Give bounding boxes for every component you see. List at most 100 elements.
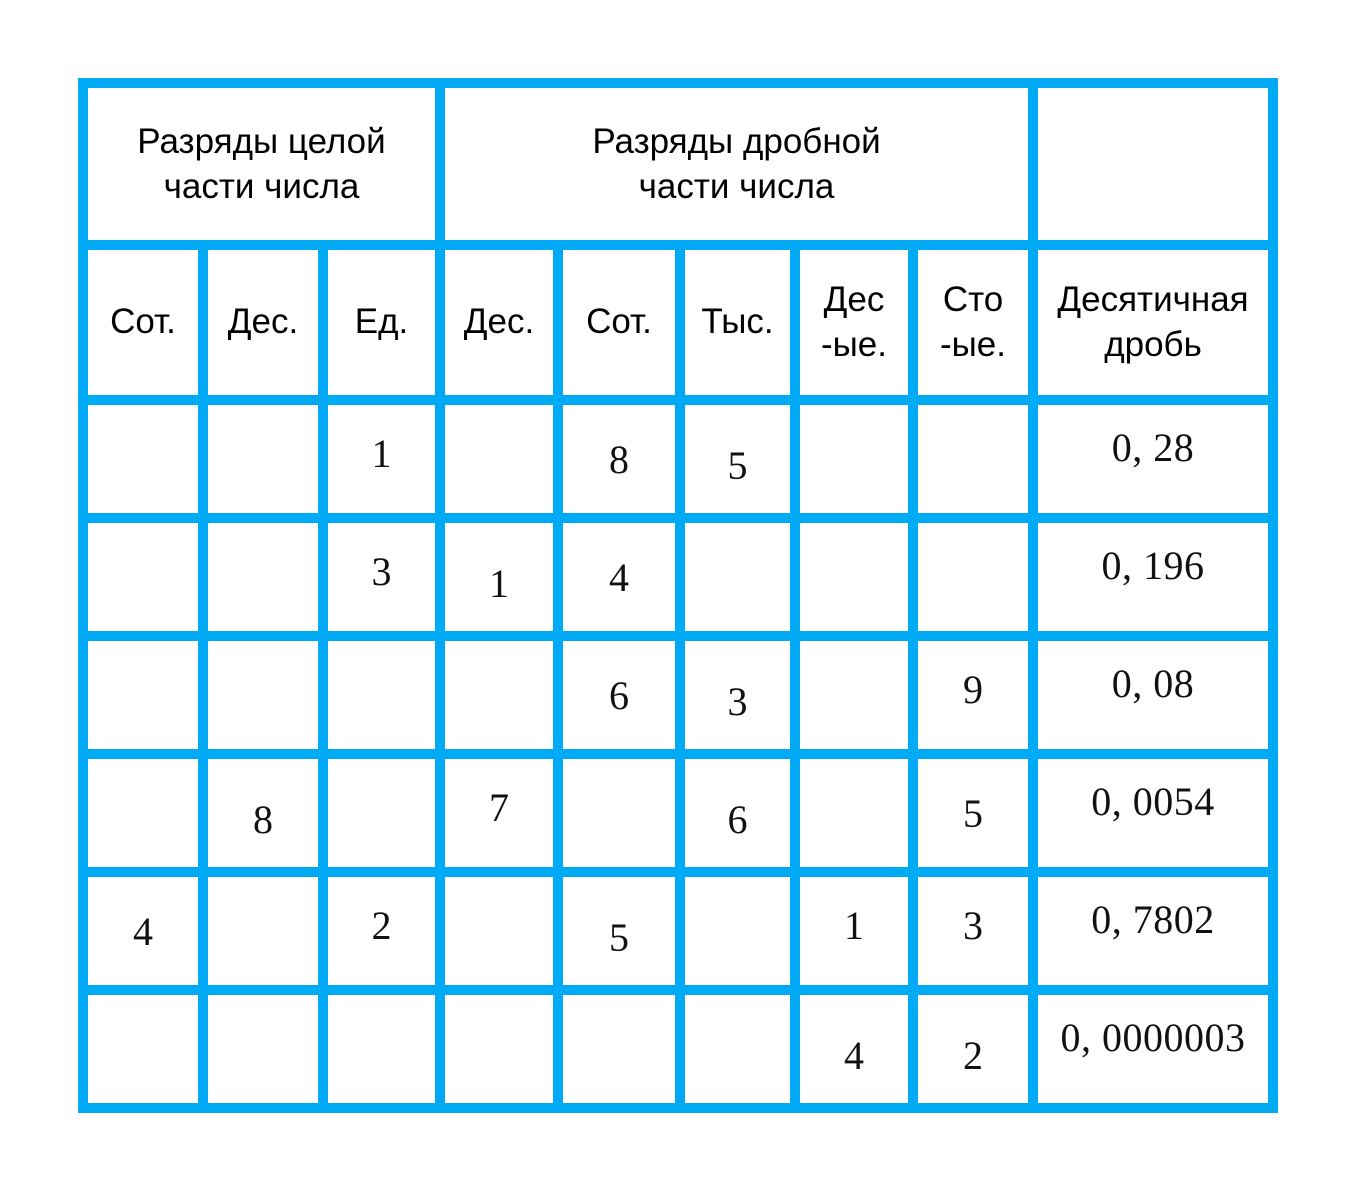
digit-cell	[680, 990, 795, 1108]
digit-cell	[203, 872, 323, 990]
digit-cell: 5	[680, 400, 795, 518]
digit-cell	[913, 518, 1034, 636]
digit-cell: 1	[323, 400, 440, 518]
digit-cell	[323, 990, 440, 1108]
digit-cell: 4	[795, 990, 913, 1108]
digit-cell: 9	[913, 636, 1034, 754]
decimal-fraction-cell: 0, 08	[1033, 636, 1274, 754]
digit-cell: 5	[913, 754, 1034, 872]
digit-cell	[795, 754, 913, 872]
digit-cell	[323, 754, 440, 872]
digit-cell: 7	[440, 754, 558, 872]
digit-value: 2	[371, 902, 392, 948]
digit-value: 4	[609, 554, 629, 600]
digit-value: 7	[489, 784, 509, 830]
digit-value: 3	[371, 548, 392, 594]
group-header-integer-line-1: Разряды целой	[137, 121, 386, 161]
decimal-fraction-value: 0, 28	[1111, 424, 1195, 470]
digit-cell	[795, 518, 913, 636]
digit-cell	[83, 636, 203, 754]
digit-cell	[558, 754, 680, 872]
digit-value: 8	[253, 796, 273, 842]
column-header-decimal-fraction-line-1: Десятичная	[1057, 279, 1249, 319]
column-header-hundred-thousandths: Сто -ые.	[913, 245, 1034, 400]
digit-value: 6	[727, 796, 748, 842]
digit-cell	[83, 400, 203, 518]
column-header-hundredths: Сот.	[558, 245, 680, 400]
column-header-decimal-fraction-line-2: дробь	[1104, 324, 1202, 364]
decimal-fraction-cell: 0, 196	[1033, 518, 1274, 636]
column-header-decimal-fraction: Десятичная дробь	[1033, 245, 1274, 400]
group-header-row: Разряды целой части числа Разряды дробно…	[83, 83, 1274, 245]
digit-cell: 5	[558, 872, 680, 990]
digit-value: 3	[963, 902, 983, 948]
digit-cell	[203, 400, 323, 518]
digit-value: 9	[963, 666, 983, 712]
page-root: Разряды целой части числа Разряды дробно…	[0, 0, 1350, 1194]
column-header-hundreds-integer-label: Сот.	[110, 302, 176, 342]
digit-value: 5	[727, 442, 748, 488]
digit-cell	[323, 636, 440, 754]
table-row: 4 2 0, 0000003	[83, 990, 1274, 1108]
digit-cell	[440, 872, 558, 990]
digit-cell: 1	[440, 518, 558, 636]
digit-value: 4	[133, 908, 153, 954]
digit-cell	[440, 990, 558, 1108]
column-header-tenths: Дес.	[440, 245, 558, 400]
digit-cell	[83, 518, 203, 636]
digit-cell: 3	[323, 518, 440, 636]
digit-value: 1	[371, 430, 392, 476]
column-header-tenths-label: Дес.	[463, 302, 535, 342]
digit-cell: 4	[83, 872, 203, 990]
group-header-fractional-line-1: Разряды дробной	[592, 121, 881, 161]
table-row: 8 7 6 5 0, 0054	[83, 754, 1274, 872]
digit-cell: 4	[558, 518, 680, 636]
decimal-fraction-cell: 0, 0000003	[1033, 990, 1274, 1108]
group-header-integer-line-2: части числа	[163, 167, 360, 206]
decimal-fraction-value: 0, 08	[1111, 660, 1195, 706]
digit-cell: 6	[558, 636, 680, 754]
column-header-hundredths-label: Сот.	[586, 302, 652, 342]
digit-cell	[203, 990, 323, 1108]
column-header-hundred-thousandths-line-1: Сто	[942, 279, 1004, 319]
digit-cell	[203, 518, 323, 636]
decimal-fraction-cell: 0, 7802	[1033, 872, 1274, 990]
digit-value: 4	[844, 1032, 864, 1078]
decimal-fraction-value: 0, 0054	[1091, 778, 1215, 824]
digit-cell	[680, 872, 795, 990]
column-header-units-integer: Ед.	[323, 245, 440, 400]
digit-value: 2	[963, 1032, 983, 1078]
table-row: 3 1 4 0, 196	[83, 518, 1274, 636]
column-header-hundreds-integer: Сот.	[83, 245, 203, 400]
decimal-fraction-value: 0, 196	[1101, 542, 1205, 588]
group-header-empty	[1033, 83, 1274, 245]
digit-value: 5	[609, 914, 629, 960]
column-header-ten-thousandths-line-2: -ые.	[820, 324, 887, 364]
digit-cell: 2	[913, 990, 1034, 1108]
decimal-fraction-cell: 0, 28	[1033, 400, 1274, 518]
digit-cell: 8	[558, 400, 680, 518]
digit-value: 1	[489, 560, 509, 606]
digit-cell	[680, 518, 795, 636]
digit-cell	[83, 990, 203, 1108]
column-header-thousandths: Тыс.	[680, 245, 795, 400]
digit-value: 6	[609, 672, 629, 718]
digit-cell	[913, 400, 1034, 518]
group-header-fractional-line-2: части числа	[638, 167, 835, 206]
digit-cell	[795, 400, 913, 518]
place-value-table: Разряды целой части числа Разряды дробно…	[78, 78, 1279, 1113]
column-header-hundred-thousandths-line-2: -ые.	[940, 324, 1007, 364]
digit-cell	[795, 636, 913, 754]
digit-value: 5	[963, 790, 983, 836]
digit-cell: 8	[203, 754, 323, 872]
digit-cell: 1	[795, 872, 913, 990]
column-header-row: Сот. Дес. Ед. Дес. Сот. Тыс. Дес -ые. Ст…	[83, 245, 1274, 400]
column-header-tens-integer: Дес.	[203, 245, 323, 400]
digit-value: 8	[609, 436, 629, 482]
digit-cell: 3	[680, 636, 795, 754]
column-header-tens-integer-label: Дес.	[227, 302, 299, 342]
digit-cell: 3	[913, 872, 1034, 990]
column-header-ten-thousandths-line-1: Дес	[823, 279, 885, 319]
digit-cell	[440, 400, 558, 518]
digit-cell: 6	[680, 754, 795, 872]
